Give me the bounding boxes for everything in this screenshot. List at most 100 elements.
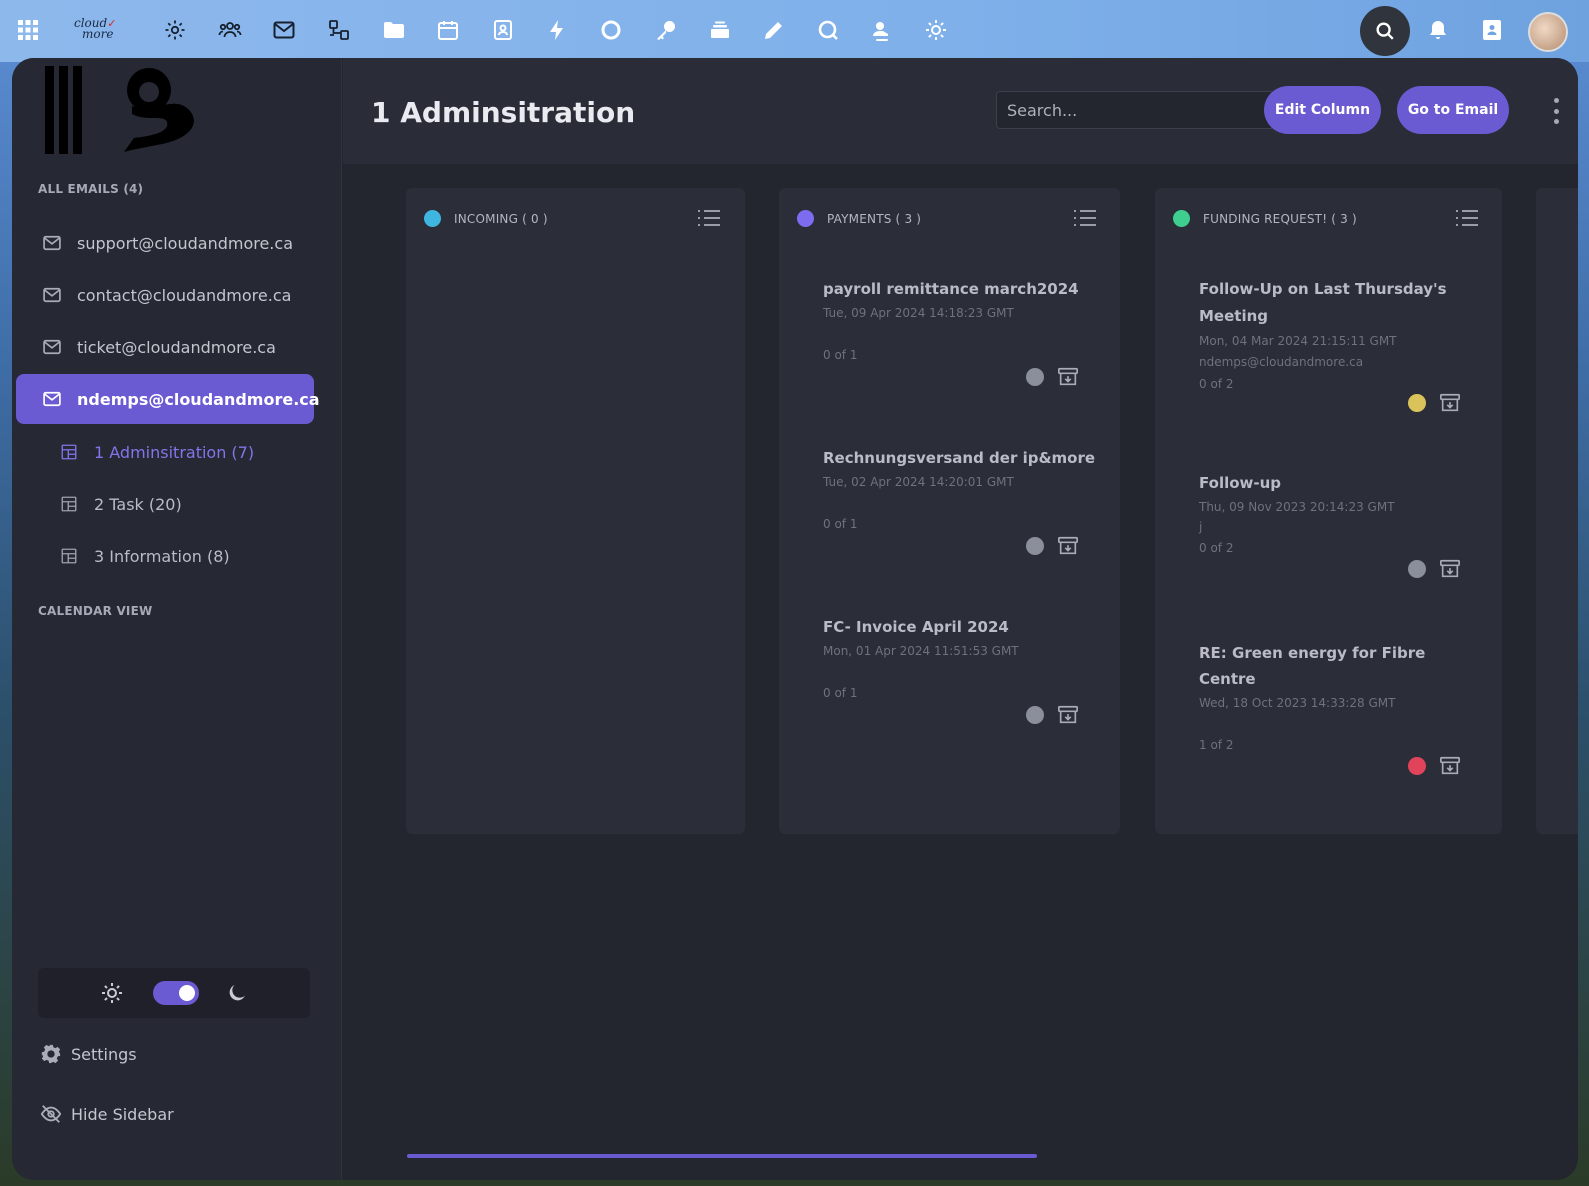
sun-settings-icon[interactable] bbox=[922, 16, 950, 44]
mail-icon bbox=[42, 233, 62, 253]
archive-icon[interactable] bbox=[1057, 535, 1079, 557]
account-label: support@cloudandmore.ca bbox=[77, 233, 293, 253]
settings-link[interactable]: Settings bbox=[40, 1043, 137, 1065]
email-card[interactable]: Rechnungsversand der ip&more Tue, 02 Apr… bbox=[803, 431, 1096, 581]
status-dot[interactable] bbox=[1026, 537, 1044, 555]
global-search-button[interactable] bbox=[1360, 6, 1410, 56]
card-date: Tue, 02 Apr 2024 14:20:01 GMT bbox=[823, 475, 1014, 489]
column-incoming: INCOMING ( 0 ) bbox=[406, 188, 745, 834]
mail-icon[interactable] bbox=[270, 16, 298, 44]
logo-word-2: more bbox=[82, 27, 114, 41]
calendar-icon[interactable] bbox=[434, 16, 462, 44]
column-payments: PAYMENTS ( 3 ) payroll remittance march2… bbox=[779, 188, 1120, 834]
list-menu-icon[interactable] bbox=[1073, 207, 1097, 229]
board-task[interactable]: 2 Task (20) bbox=[16, 482, 314, 526]
tasks-icon[interactable] bbox=[325, 16, 353, 44]
dark-mode-toggle[interactable] bbox=[153, 981, 199, 1005]
gear-icon bbox=[40, 1043, 62, 1065]
card-subject-line2: Centre bbox=[1199, 670, 1256, 688]
contacts-icon[interactable] bbox=[489, 16, 517, 44]
flash-icon[interactable] bbox=[543, 16, 571, 44]
hide-sidebar-link[interactable]: Hide Sidebar bbox=[40, 1103, 174, 1125]
toggle-knob bbox=[179, 985, 195, 1001]
settings-label: Settings bbox=[71, 1044, 137, 1064]
pencil-icon[interactable] bbox=[760, 16, 788, 44]
search-input[interactable] bbox=[996, 91, 1274, 129]
status-dot[interactable] bbox=[1026, 706, 1044, 724]
card-date: Mon, 04 Mar 2024 21:15:11 GMT bbox=[1199, 334, 1397, 348]
stack-icon[interactable] bbox=[706, 16, 734, 44]
settings-cog-icon[interactable] bbox=[161, 16, 189, 44]
account-support[interactable]: support@cloudandmore.ca bbox=[16, 218, 314, 268]
list-menu-icon[interactable] bbox=[1455, 207, 1479, 229]
sidebar: ALL EMAILS (4) support@cloudandmore.ca c… bbox=[12, 58, 342, 1180]
key-icon[interactable] bbox=[652, 16, 680, 44]
card-subject: payroll remittance march2024 bbox=[823, 280, 1079, 298]
email-card[interactable]: Follow-Up on Last Thursday's Meeting Mon… bbox=[1179, 262, 1478, 432]
eye-off-icon bbox=[40, 1103, 62, 1125]
card-task-count: 0 of 1 bbox=[823, 348, 858, 362]
edit-column-button[interactable]: Edit Column bbox=[1264, 86, 1381, 134]
go-to-email-button[interactable]: Go to Email bbox=[1397, 86, 1509, 134]
board-layout-icon bbox=[60, 495, 78, 513]
status-dot[interactable] bbox=[1408, 560, 1426, 578]
archive-icon[interactable] bbox=[1057, 704, 1079, 726]
all-emails-heading: ALL EMAILS (4) bbox=[38, 182, 144, 196]
folder-icon[interactable] bbox=[380, 16, 408, 44]
card-task-count: 0 of 1 bbox=[823, 686, 858, 700]
account-ndemps[interactable]: ndemps@cloudandmore.ca bbox=[16, 374, 320, 424]
list-menu-icon[interactable] bbox=[697, 207, 721, 229]
status-dot[interactable] bbox=[1408, 394, 1426, 412]
more-options-icon[interactable] bbox=[1554, 98, 1560, 124]
card-subject: Rechnungsversand der ip&more bbox=[823, 449, 1096, 467]
app-window: ALL EMAILS (4) support@cloudandmore.ca c… bbox=[12, 58, 1578, 1180]
column-header: INCOMING ( 0 ) bbox=[406, 188, 745, 248]
mail-icon bbox=[42, 285, 62, 305]
archive-icon[interactable] bbox=[1439, 755, 1461, 777]
column-title: PAYMENTS ( 3 ) bbox=[827, 212, 922, 226]
horizontal-scrollbar[interactable] bbox=[407, 1154, 1037, 1158]
email-card[interactable]: FC- Invoice April 2024 Mon, 01 Apr 2024 … bbox=[803, 600, 1096, 750]
board-label: 1 Adminsitration (7) bbox=[94, 442, 255, 462]
column-header: FUNDING REQUEST! ( 3 ) bbox=[1155, 188, 1502, 248]
email-card[interactable]: RE: Green energy for Fibre Centre Wed, 1… bbox=[1179, 626, 1478, 802]
account-ticket[interactable]: ticket@cloudandmore.ca bbox=[16, 322, 314, 372]
user-avatar[interactable] bbox=[1528, 12, 1568, 52]
board-information[interactable]: 3 Information (8) bbox=[16, 534, 314, 578]
card-subject-line1: Follow-up bbox=[1199, 474, 1282, 492]
column-color-dot bbox=[1173, 210, 1190, 227]
card-subject-line1: Follow-Up on Last Thursday's bbox=[1199, 280, 1447, 298]
email-card[interactable]: payroll remittance march2024 Tue, 09 Apr… bbox=[803, 262, 1096, 412]
agent-icon[interactable] bbox=[868, 16, 896, 44]
hide-sidebar-label: Hide Sidebar bbox=[71, 1104, 174, 1124]
card-task-count: 0 of 2 bbox=[1199, 541, 1234, 555]
archive-icon[interactable] bbox=[1057, 366, 1079, 388]
account-label: ndemps@cloudandmore.ca bbox=[77, 389, 320, 409]
apps-grid-icon[interactable] bbox=[14, 16, 42, 44]
status-dot[interactable] bbox=[1026, 368, 1044, 386]
id-card-icon[interactable] bbox=[1478, 16, 1506, 44]
brand-logo[interactable]: cloud✓ more bbox=[74, 17, 134, 44]
top-app-bar: cloud✓ more bbox=[0, 0, 1589, 62]
card-task-count: 0 of 2 bbox=[1199, 377, 1234, 391]
card-subject-line2: Meeting bbox=[1199, 307, 1269, 325]
account-contact[interactable]: contact@cloudandmore.ca bbox=[16, 270, 314, 320]
board-label: 2 Task (20) bbox=[94, 494, 182, 514]
circle-icon[interactable] bbox=[597, 16, 625, 44]
card-date: Tue, 09 Apr 2024 14:18:23 GMT bbox=[823, 306, 1014, 320]
card-task-count: 0 of 1 bbox=[823, 517, 858, 531]
card-subject: FC- Invoice April 2024 bbox=[823, 618, 1009, 636]
users-icon[interactable] bbox=[216, 16, 244, 44]
archive-icon[interactable] bbox=[1439, 558, 1461, 580]
board-label: 3 Information (8) bbox=[94, 546, 230, 566]
calendar-view-link[interactable]: CALENDAR VIEW bbox=[38, 604, 152, 618]
board-adminsitration[interactable]: 1 Adminsitration (7) bbox=[16, 430, 314, 474]
card-date: Mon, 01 Apr 2024 11:51:53 GMT bbox=[823, 644, 1019, 658]
column-title: FUNDING REQUEST! ( 3 ) bbox=[1203, 212, 1357, 226]
status-dot[interactable] bbox=[1408, 757, 1426, 775]
column-title: INCOMING ( 0 ) bbox=[454, 212, 548, 226]
archive-icon[interactable] bbox=[1439, 392, 1461, 414]
chat-icon[interactable] bbox=[814, 16, 842, 44]
bell-icon[interactable] bbox=[1424, 16, 1452, 44]
email-card[interactable]: Follow-up Thu, 09 Nov 2023 20:14:23 GMT … bbox=[1179, 456, 1478, 606]
